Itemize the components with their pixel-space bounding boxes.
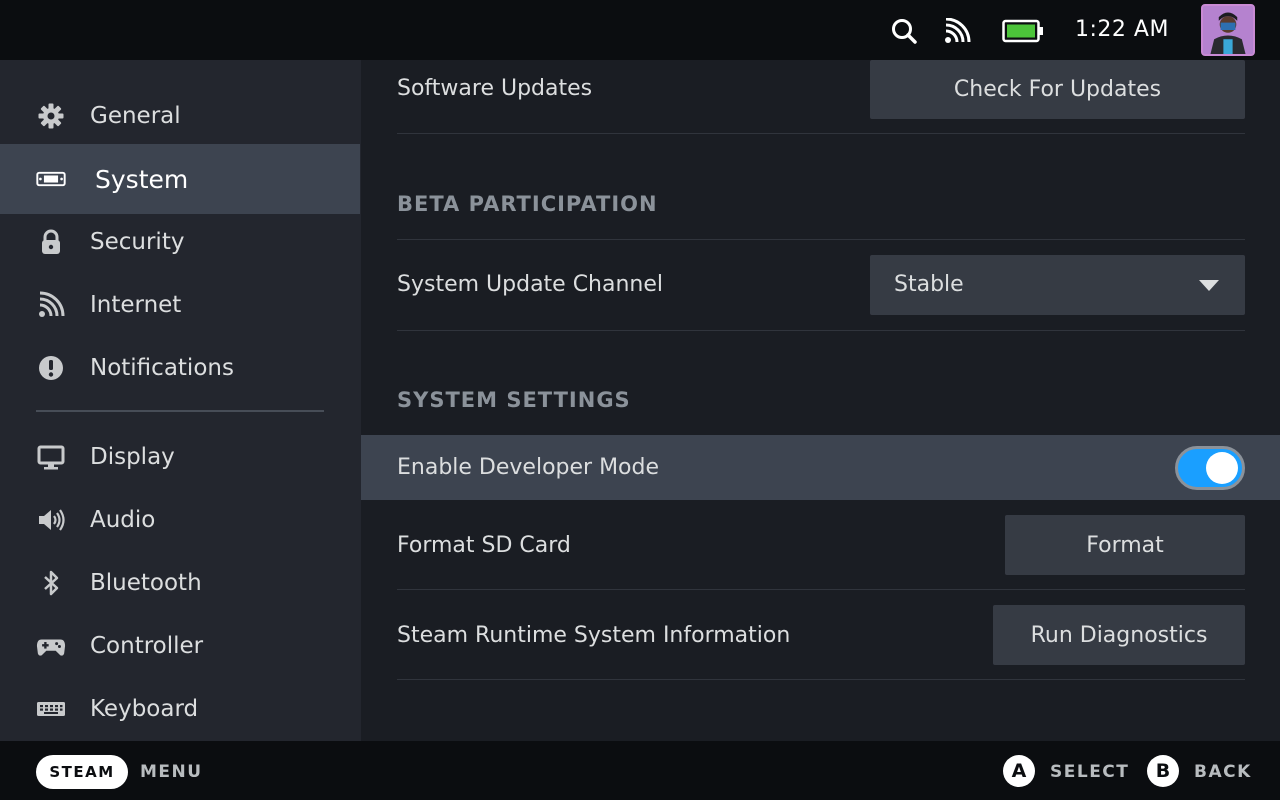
row-divider xyxy=(397,679,1245,680)
wifi-icon xyxy=(36,290,66,320)
toggle-knob xyxy=(1206,452,1238,484)
battery-icon xyxy=(1002,19,1043,43)
row-divider xyxy=(397,330,1245,331)
alert-icon xyxy=(36,353,66,383)
sidebar-item-security[interactable]: Security xyxy=(0,210,360,273)
sidebar-item-label: Display xyxy=(90,443,175,470)
format-sd-row: Format SD Card Format xyxy=(361,500,1280,590)
system-update-channel-row: System Update Channel Stable xyxy=(361,240,1280,331)
avatar[interactable] xyxy=(1201,4,1255,56)
sidebar-divider xyxy=(36,410,324,412)
format-button[interactable]: Format xyxy=(1005,515,1245,575)
runtime-info-label: Steam Runtime System Information xyxy=(397,623,791,648)
developer-mode-row[interactable]: Enable Developer Mode xyxy=(361,435,1280,500)
system-settings-header: SYSTEM SETTINGS xyxy=(397,388,631,412)
sidebar-item-general[interactable]: General xyxy=(0,84,360,147)
software-updates-label: Software Updates xyxy=(397,76,593,101)
runtime-info-row: Steam Runtime System Information Run Dia… xyxy=(361,590,1280,680)
clock: 1:22 AM xyxy=(1075,17,1169,42)
sidebar-item-label: Controller xyxy=(90,632,204,659)
chevron-down-icon xyxy=(1199,280,1219,291)
sidebar-item-display[interactable]: Display xyxy=(0,425,360,488)
sidebar-item-label: Bluetooth xyxy=(90,569,202,596)
settings-sidebar: General System Security Internet Notific… xyxy=(0,60,361,741)
update-channel-dropdown[interactable]: Stable xyxy=(870,255,1245,315)
developer-mode-label: Enable Developer Mode xyxy=(397,455,660,480)
back-label: BACK xyxy=(1194,762,1252,782)
gamepad-icon xyxy=(36,631,66,661)
top-status-bar: 1:22 AM xyxy=(0,0,1280,60)
speaker-icon xyxy=(36,505,66,535)
sidebar-item-label: General xyxy=(90,102,181,129)
sidebar-item-label: Keyboard xyxy=(90,695,199,722)
sidebar-item-system[interactable]: System xyxy=(0,144,360,214)
sidebar-item-controller[interactable]: Controller xyxy=(0,614,360,677)
sidebar-item-internet[interactable]: Internet xyxy=(0,273,360,336)
format-sd-label: Format SD Card xyxy=(397,533,571,558)
menu-label: MENU xyxy=(140,762,203,782)
sidebar-item-audio[interactable]: Audio xyxy=(0,488,360,551)
gear-icon xyxy=(36,101,66,131)
b-button-glyph: B xyxy=(1147,755,1179,787)
developer-mode-toggle[interactable] xyxy=(1175,446,1245,490)
sidebar-item-label: Notifications xyxy=(90,354,234,381)
search-icon[interactable] xyxy=(890,17,918,45)
sidebar-item-label: Audio xyxy=(90,506,156,533)
keyboard-icon xyxy=(36,694,66,724)
lock-icon xyxy=(36,227,66,257)
sidebar-item-label: System xyxy=(95,164,189,194)
run-diagnostics-button[interactable]: Run Diagnostics xyxy=(993,605,1245,665)
bottom-hint-bar: STEAM MENU A SELECT B BACK xyxy=(0,741,1280,800)
sidebar-item-keyboard[interactable]: Keyboard xyxy=(0,677,360,740)
select-label: SELECT xyxy=(1050,762,1130,782)
sidebar-item-notifications[interactable]: Notifications xyxy=(0,336,360,399)
wifi-icon xyxy=(945,18,971,43)
monitor-icon xyxy=(36,442,66,472)
sidebar-item-label: Security xyxy=(90,228,185,255)
sidebar-item-label: Internet xyxy=(90,291,182,318)
sidebar-item-bluetooth[interactable]: Bluetooth xyxy=(0,551,360,614)
row-divider xyxy=(397,133,1245,134)
steam-button[interactable]: STEAM xyxy=(36,755,128,789)
check-for-updates-button[interactable]: Check For Updates xyxy=(870,60,1245,119)
bluetooth-icon xyxy=(36,568,66,598)
system-icon xyxy=(36,164,66,194)
beta-participation-header: BETA PARTICIPATION xyxy=(397,192,658,216)
dropdown-value: Stable xyxy=(894,272,964,297)
software-updates-row: Software Updates Check For Updates xyxy=(361,60,1280,134)
settings-content: Software Updates Check For Updates BETA … xyxy=(361,60,1280,741)
a-button-glyph: A xyxy=(1003,755,1035,787)
system-update-channel-label: System Update Channel xyxy=(397,272,664,297)
